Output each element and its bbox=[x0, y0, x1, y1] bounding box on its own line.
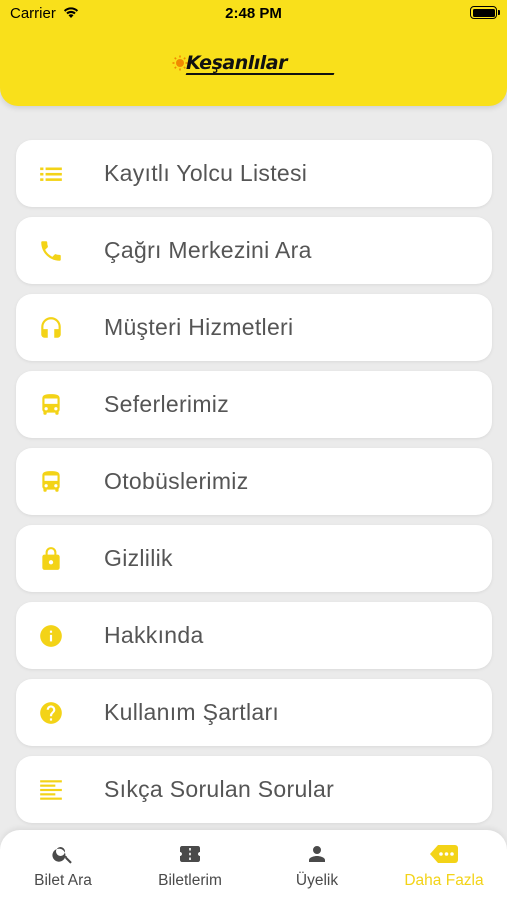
tab-label: Biletlerim bbox=[158, 872, 222, 889]
ticket-icon bbox=[180, 846, 200, 862]
menu-item-label: Seferlerimiz bbox=[104, 391, 230, 417]
battery-icon bbox=[470, 6, 500, 19]
tab-membership[interactable]: Üyelik bbox=[254, 830, 380, 900]
headset-icon bbox=[41, 317, 61, 338]
person-icon bbox=[309, 846, 325, 862]
menu-item-label: Gizlilik bbox=[104, 545, 173, 571]
bus-icon bbox=[42, 394, 60, 415]
brand-name: Keşanlılar bbox=[186, 52, 287, 74]
tab-label: Bilet Ara bbox=[34, 872, 92, 889]
menu-item-about[interactable]: Hakkında bbox=[16, 602, 492, 669]
lock-icon bbox=[42, 547, 60, 570]
tab-search-ticket[interactable]: Bilet Ara bbox=[0, 830, 126, 900]
menu-item-trips[interactable]: Seferlerimiz bbox=[16, 371, 492, 438]
phone-icon bbox=[41, 241, 61, 261]
tab-my-tickets[interactable]: Biletlerim bbox=[127, 830, 253, 900]
brand-logo: Keşanlılar bbox=[172, 52, 342, 76]
menu-item-privacy[interactable]: Gizlilik bbox=[16, 525, 492, 592]
menu-item-call-center[interactable]: Çağrı Merkezini Ara bbox=[16, 217, 492, 284]
more-menu-list: Kayıtlı Yolcu Listesi Çağrı Merkezini Ar… bbox=[16, 140, 492, 833]
menu-item-faq[interactable]: Sıkça Sorulan Sorular bbox=[16, 756, 492, 823]
clock: 2:48 PM bbox=[225, 5, 282, 22]
menu-item-terms-of-use[interactable]: Kullanım Şartları bbox=[16, 679, 492, 746]
status-bar: Carrier 2:48 PM bbox=[0, 0, 507, 28]
info-icon bbox=[40, 625, 62, 647]
logo-underline bbox=[185, 73, 335, 75]
menu-item-label: Kayıtlı Yolcu Listesi bbox=[104, 160, 308, 186]
menu-item-label: Çağrı Merkezini Ara bbox=[104, 237, 312, 263]
text-lines-icon bbox=[40, 780, 62, 800]
more-icon bbox=[430, 845, 458, 863]
menu-item-customer-service[interactable]: Müşteri Hizmetleri bbox=[16, 294, 492, 361]
bottom-tab-bar: Bilet Ara Biletlerim Üyelik Daha Fazla bbox=[0, 830, 507, 900]
menu-item-label: Sıkça Sorulan Sorular bbox=[104, 776, 335, 802]
menu-item-label: Kullanım Şartları bbox=[104, 699, 280, 725]
list-icon bbox=[40, 167, 62, 181]
bus-icon bbox=[42, 471, 60, 492]
help-icon bbox=[40, 702, 62, 724]
menu-item-saved-passengers[interactable]: Kayıtlı Yolcu Listesi bbox=[16, 140, 492, 207]
menu-item-buses[interactable]: Otobüslerimiz bbox=[16, 448, 492, 515]
menu-item-label: Otobüslerimiz bbox=[104, 468, 249, 494]
tab-label: Üyelik bbox=[295, 872, 339, 889]
menu-item-label: Hakkında bbox=[104, 622, 204, 648]
tab-label: Daha Fazla bbox=[404, 872, 484, 889]
tab-more[interactable]: Daha Fazla bbox=[381, 830, 507, 900]
search-icon bbox=[52, 847, 72, 864]
menu-item-label: Müşteri Hizmetleri bbox=[104, 314, 294, 340]
app-header: Carrier 2:48 PM Keşanlılar bbox=[0, 0, 507, 106]
